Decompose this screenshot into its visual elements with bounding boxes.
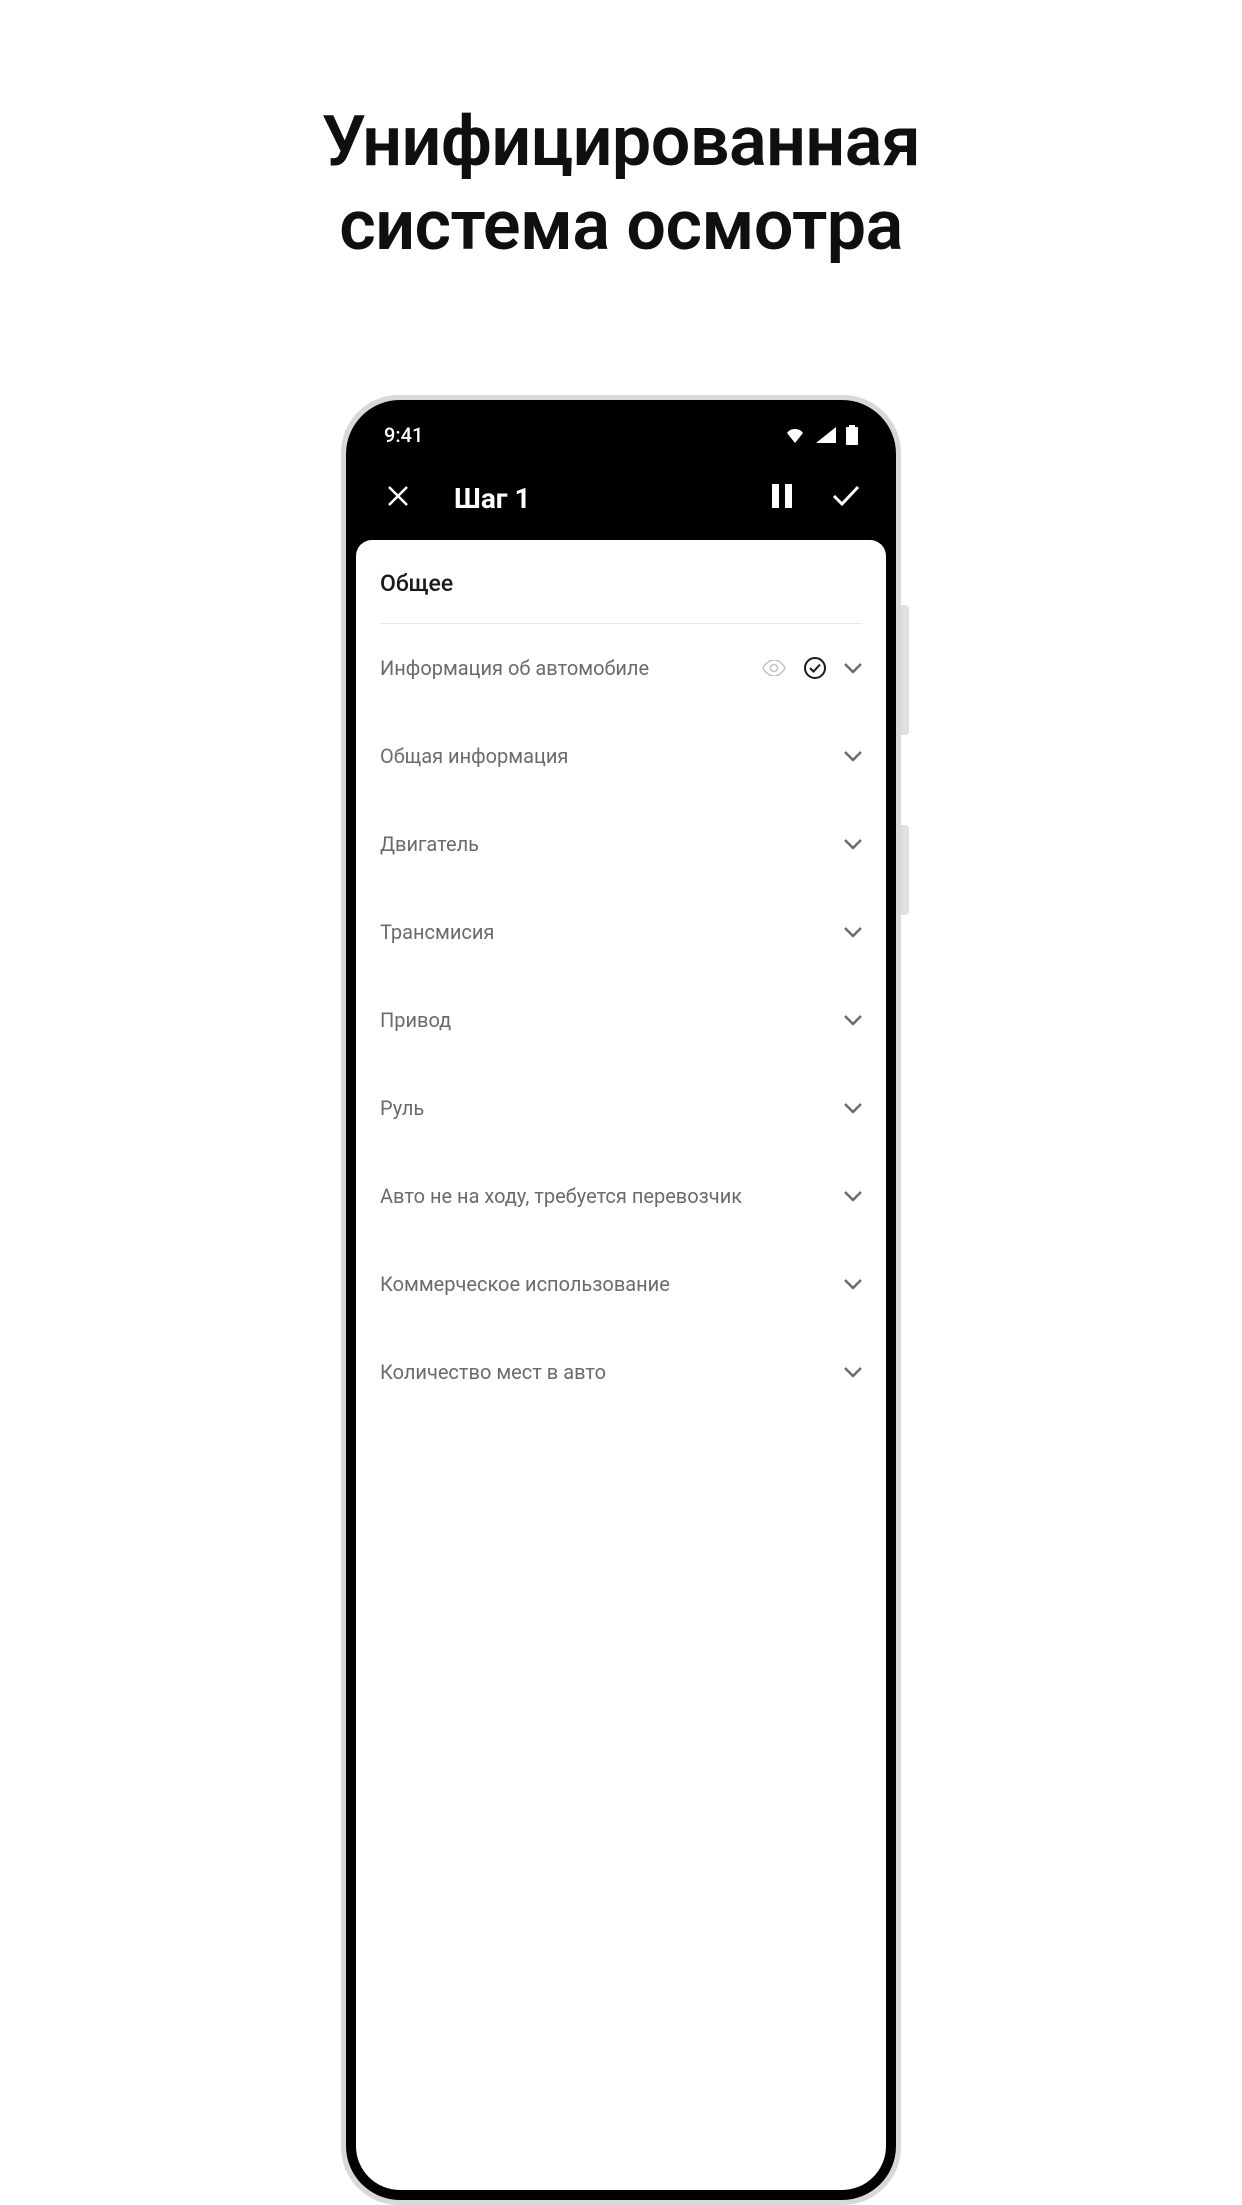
check-circle-icon	[804, 657, 826, 679]
inspection-item-label: Руль	[380, 1096, 844, 1120]
phone-frame: 9:41	[346, 400, 896, 2200]
pause-icon	[772, 484, 792, 512]
chevron-down-icon	[844, 927, 862, 938]
chevron-down-icon	[844, 1191, 862, 1202]
chevron-down-icon	[844, 1367, 862, 1378]
signal-icon	[816, 427, 836, 443]
inspection-item-icons	[844, 1015, 862, 1026]
headline-line-2: система осмотра	[0, 184, 1242, 268]
phone-screen: 9:41	[356, 410, 886, 2190]
content-area: Общее Информация об автомобиле Общая инфо…	[356, 540, 886, 2190]
inspection-item-label: Общая информация	[380, 744, 844, 768]
chevron-down-icon	[844, 839, 862, 850]
phone-side-button-1	[901, 605, 909, 735]
phone-side-button-2	[901, 825, 909, 915]
inspection-item-icons	[844, 839, 862, 850]
app-bar: Шаг 1	[356, 460, 886, 536]
chevron-down-icon	[844, 751, 862, 762]
chevron-down-icon	[844, 1015, 862, 1026]
phone-mockup: 9:41	[341, 395, 901, 2205]
inspection-item-icons	[844, 1367, 862, 1378]
inspection-item[interactable]: Количество мест в авто	[380, 1328, 862, 1416]
inspection-item-label: Трансмисия	[380, 920, 844, 944]
status-icons	[784, 425, 858, 445]
check-icon	[832, 485, 860, 511]
inspection-item-icons	[844, 1191, 862, 1202]
inspection-item-label: Авто не на ходу, требуется перевозчик	[380, 1184, 844, 1208]
chevron-down-icon	[844, 1279, 862, 1290]
battery-icon	[846, 425, 858, 445]
headline-line-1: Унифицированная	[0, 100, 1242, 184]
marketing-headline: Унифицированная система осмотра	[0, 0, 1242, 268]
status-bar: 9:41	[356, 410, 886, 460]
app-bar-actions	[766, 482, 862, 514]
section-header: Общее	[380, 540, 862, 624]
close-icon	[387, 485, 409, 511]
status-time: 9:41	[384, 423, 423, 447]
inspection-item-icons	[844, 927, 862, 938]
inspection-item[interactable]: Двигатель	[380, 800, 862, 888]
phone-outer-shell: 9:41	[341, 395, 901, 2205]
inspection-item[interactable]: Общая информация	[380, 712, 862, 800]
inspection-item-label: Двигатель	[380, 832, 844, 856]
eye-icon	[762, 660, 786, 676]
inspection-item-icons	[844, 751, 862, 762]
inspection-item-label: Привод	[380, 1008, 844, 1032]
inspection-item-label: Количество мест в авто	[380, 1360, 844, 1384]
inspection-list: Информация об автомобиле Общая информация…	[380, 624, 862, 1416]
chevron-down-icon	[844, 1103, 862, 1114]
inspection-item-icons	[844, 1103, 862, 1114]
close-button[interactable]	[380, 480, 416, 516]
inspection-item[interactable]: Коммерческое использование	[380, 1240, 862, 1328]
inspection-item-icons	[762, 657, 862, 679]
inspection-item[interactable]: Авто не на ходу, требуется перевозчик	[380, 1152, 862, 1240]
pause-button[interactable]	[766, 482, 798, 514]
inspection-item[interactable]: Информация об автомобиле	[380, 624, 862, 712]
chevron-down-icon	[844, 663, 862, 674]
inspection-item-label: Коммерческое использование	[380, 1272, 844, 1296]
app-bar-title: Шаг 1	[454, 482, 752, 515]
inspection-item[interactable]: Руль	[380, 1064, 862, 1152]
inspection-item-icons	[844, 1279, 862, 1290]
inspection-item[interactable]: Привод	[380, 976, 862, 1064]
confirm-button[interactable]	[830, 482, 862, 514]
inspection-item[interactable]: Трансмисия	[380, 888, 862, 976]
inspection-item-label: Информация об автомобиле	[380, 656, 762, 680]
wifi-icon	[784, 427, 806, 443]
